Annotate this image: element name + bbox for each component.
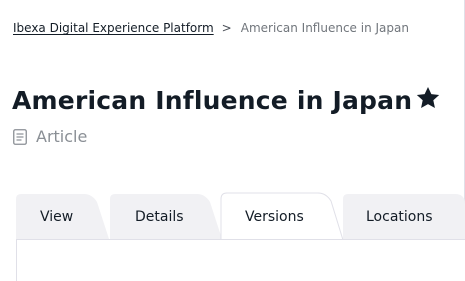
content-view-page: Ibexa Digital Experience Platform > Amer… bbox=[0, 0, 465, 281]
tab-panel bbox=[16, 239, 465, 281]
tab-versions[interactable]: Versions bbox=[245, 208, 304, 226]
tab-locations[interactable]: Locations bbox=[366, 208, 433, 226]
tab-details[interactable]: Details bbox=[135, 208, 184, 226]
tab-view[interactable]: View bbox=[40, 208, 73, 226]
